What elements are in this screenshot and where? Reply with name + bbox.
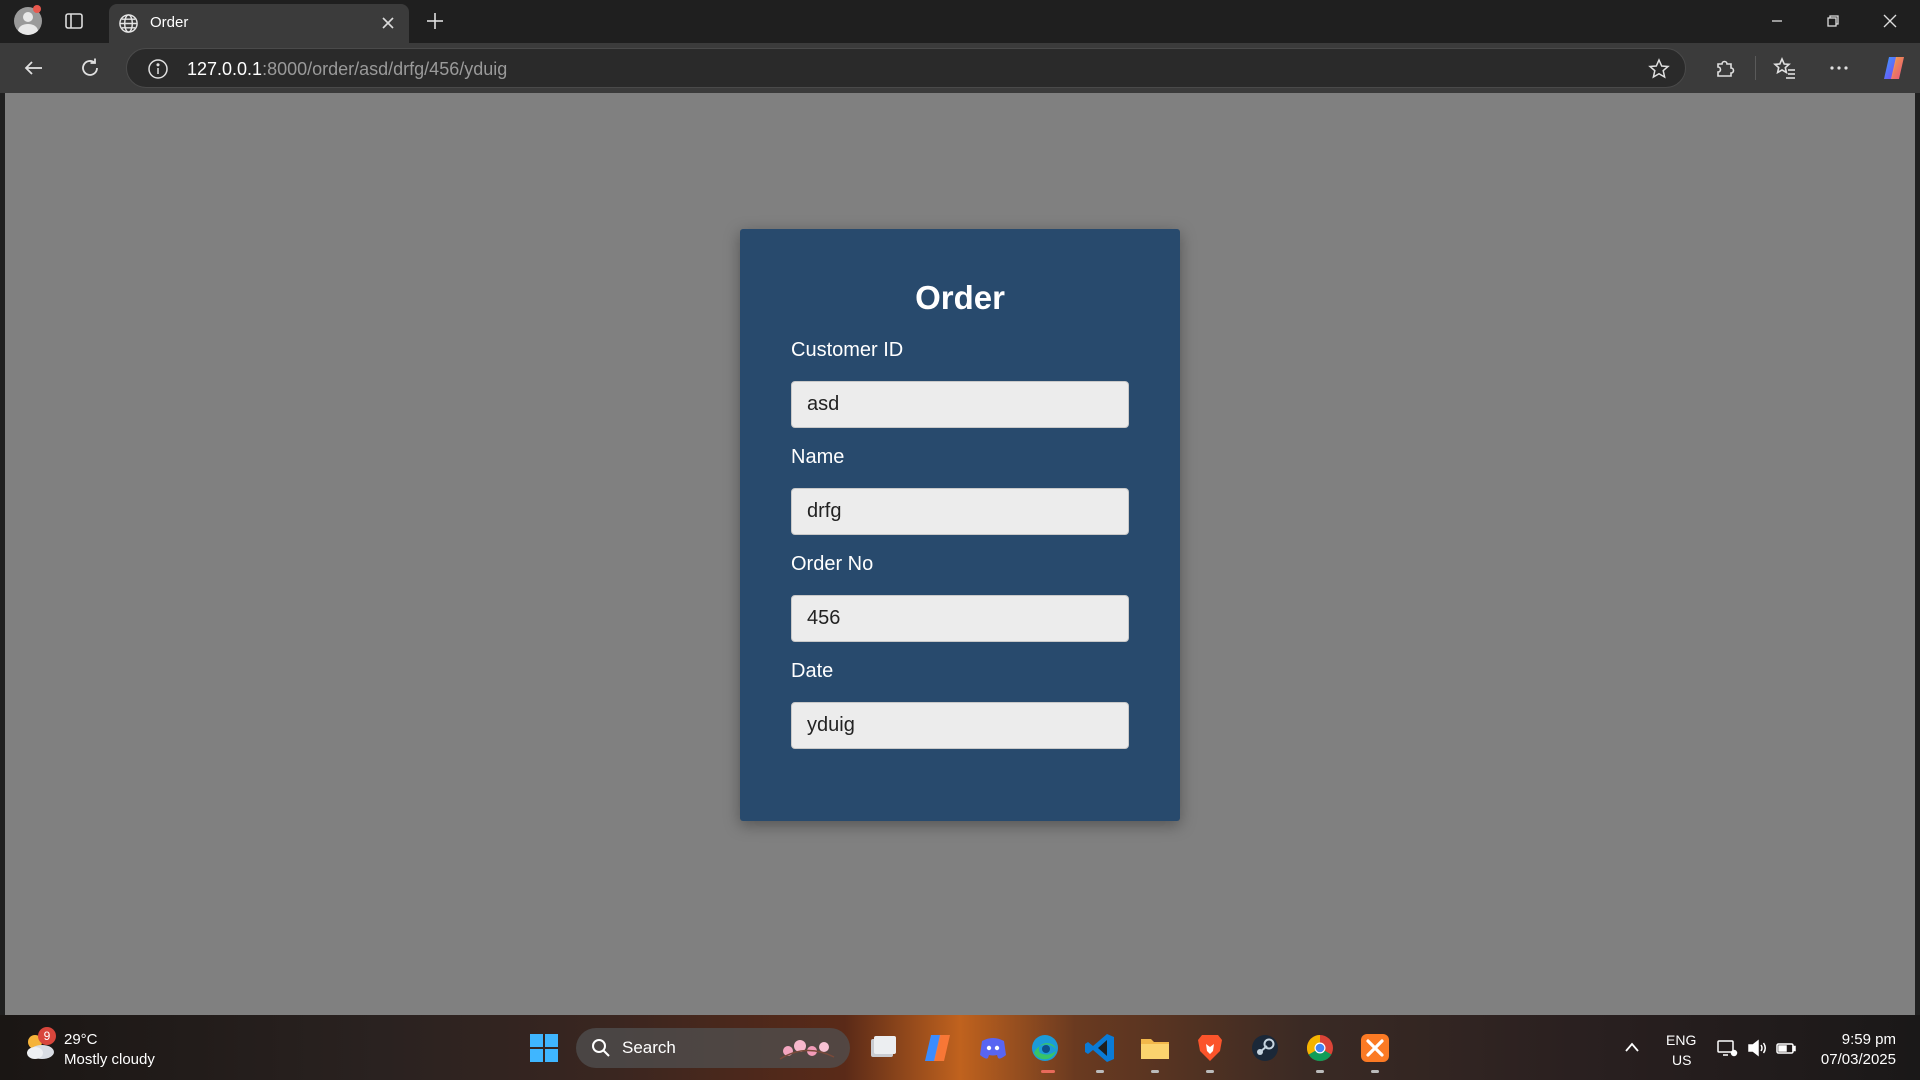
profile-notification-dot [33,5,41,13]
refresh-icon[interactable] [77,55,103,81]
globe-icon [119,14,138,33]
toolbar-separator [1755,56,1756,80]
tab-order[interactable]: Order [109,4,409,43]
url-text[interactable]: 127.0.0.1:8000/order/asd/drfg/456/yduig [187,59,507,80]
steam-icon[interactable] [1248,1031,1282,1065]
folder-running-indicator [1151,1070,1159,1073]
chevron-up-icon[interactable] [1622,1039,1642,1055]
page-viewport: Order Customer ID Name Order No Date [5,93,1915,1015]
file-explorer-icon[interactable] [866,1031,900,1065]
weather-temperature[interactable]: 29°C [64,1031,98,1048]
page-title: Order [915,279,1005,316]
url-path: :8000/order/asd/drfg/456/yduig [262,59,508,79]
customer-id-label: Customer ID [791,339,904,361]
vscode-icon[interactable] [1083,1031,1117,1065]
more-options-icon[interactable] [1826,55,1852,81]
region-indicator[interactable]: US [1672,1052,1691,1068]
back-arrow-icon[interactable] [21,55,47,81]
xampp-icon[interactable] [1358,1031,1392,1065]
url-host: 127.0.0.1 [187,59,263,79]
copilot-app-icon[interactable] [921,1031,955,1065]
favorite-star-icon[interactable] [1647,57,1671,81]
windows-taskbar: 9 29°C Mostly cloudy Search ENG US 9:59 … [0,1015,1920,1080]
brave-running-indicator [1206,1070,1214,1073]
weather-condition[interactable]: Mostly cloudy [64,1051,155,1068]
order-no-input[interactable] [791,595,1129,642]
clock-time[interactable]: 9:59 pm [1842,1031,1896,1048]
windows-start-icon[interactable] [528,1032,560,1064]
minimize-icon[interactable] [1766,10,1788,32]
browser-title-bar: Order [0,0,1920,43]
chrome-running-indicator [1316,1070,1324,1073]
name-label: Name [791,446,845,468]
cherry-blossom-icon [779,1040,835,1060]
extensions-icon[interactable] [1712,55,1738,81]
edge-icon[interactable] [1028,1031,1062,1065]
order-no-label: Order No [791,553,874,575]
favorites-icon[interactable] [1772,55,1798,81]
discord-icon[interactable] [976,1031,1010,1065]
taskbar-search-box[interactable]: Search [576,1028,850,1068]
search-icon [592,1039,610,1057]
close-tab-icon[interactable] [379,14,397,32]
customer-id-input[interactable] [791,381,1129,428]
xampp-running-indicator [1371,1070,1379,1073]
volume-icon[interactable] [1746,1038,1768,1058]
copilot-icon[interactable] [1880,54,1908,82]
address-bar[interactable]: 127.0.0.1:8000/order/asd/drfg/456/yduig [126,48,1686,88]
date-input[interactable] [791,702,1129,749]
close-window-icon[interactable] [1879,10,1901,32]
tab-title: Order [150,14,189,31]
brave-icon[interactable] [1193,1031,1227,1065]
clock-date[interactable]: 07/03/2025 [1821,1051,1896,1068]
tab-actions-icon[interactable] [64,11,84,31]
vscode-running-indicator [1096,1070,1104,1073]
restore-icon[interactable] [1822,10,1844,32]
chrome-icon[interactable] [1303,1031,1337,1065]
date-label: Date [791,660,834,682]
new-tab-icon[interactable] [423,9,447,33]
search-label: Search [622,1038,676,1057]
site-info-icon[interactable] [147,58,169,80]
name-input[interactable] [791,488,1129,535]
network-icon[interactable] [1716,1038,1738,1058]
weather-alert-badge: 9 [38,1027,56,1045]
folder-icon[interactable] [1138,1031,1172,1065]
browser-toolbar: 127.0.0.1:8000/order/asd/drfg/456/yduig [0,43,1920,93]
battery-icon[interactable] [1775,1038,1797,1058]
edge-active-indicator [1041,1070,1055,1073]
order-card: Order Customer ID Name Order No Date [740,229,1180,821]
language-indicator[interactable]: ENG [1666,1032,1696,1048]
